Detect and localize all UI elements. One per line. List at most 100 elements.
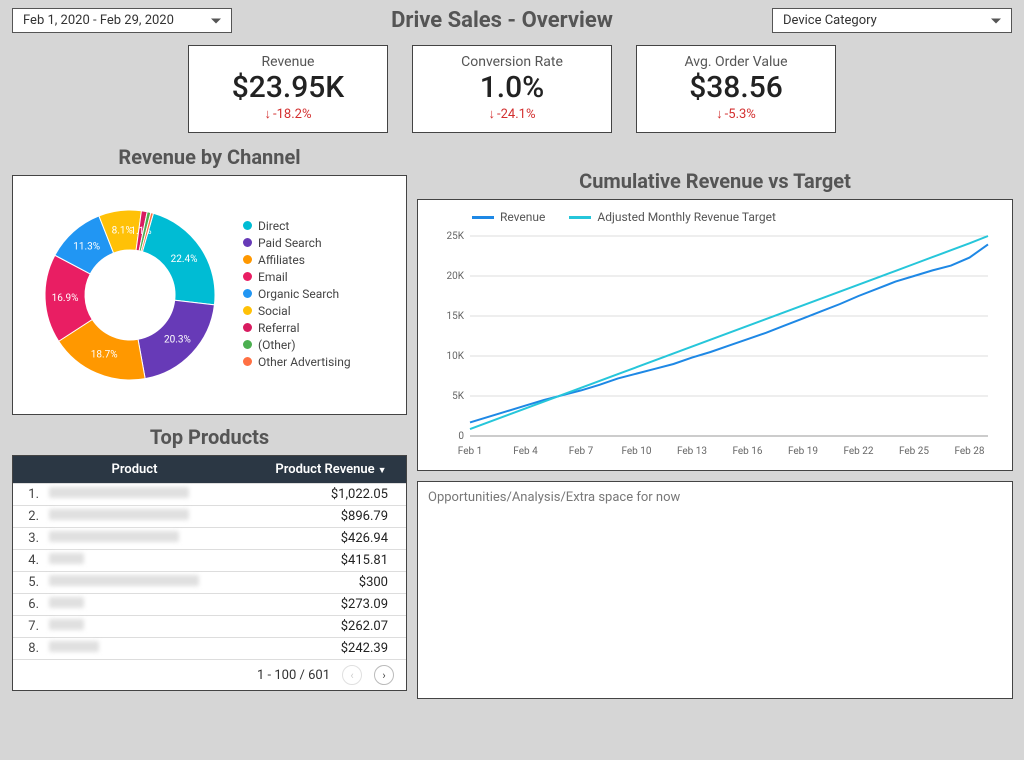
revenue-channel-chart: 22.4%20.3%18.7%16.9%11.3%8.1%1.1% Direct…: [12, 175, 407, 415]
legend-dot-icon: [243, 306, 252, 315]
donut-label: 11.3%: [73, 242, 100, 253]
row-revenue: $300: [256, 575, 406, 590]
table-row: 2. $896.79: [13, 505, 406, 527]
legend-item: Organic Search: [243, 287, 351, 301]
legend-item: Social: [243, 304, 351, 318]
kpi-delta: ↓-18.2%: [199, 106, 377, 122]
donut-chart: 22.4%20.3%18.7%16.9%11.3%8.1%1.1%: [25, 190, 235, 400]
down-arrow-icon: ↓: [489, 107, 496, 122]
table-row: 8. $242.39: [13, 637, 406, 659]
top-products-title: Top Products: [12, 425, 407, 449]
sort-desc-icon: ▼: [378, 466, 387, 476]
row-index: 4.: [13, 553, 43, 568]
legend-label: Paid Search: [258, 236, 322, 250]
th-revenue[interactable]: Product Revenue▼: [256, 456, 406, 483]
kpi-delta: ↓-24.1%: [423, 106, 601, 122]
legend-dot-icon: [243, 323, 252, 332]
legend-item: Other Advertising: [243, 355, 351, 369]
y-tick-label: 0: [458, 431, 464, 442]
cumulative-title: Cumulative Revenue vs Target: [417, 169, 1013, 193]
row-product: [43, 509, 256, 524]
table-row: 7. $262.07: [13, 615, 406, 637]
kpi-label: Avg. Order Value: [647, 54, 825, 70]
y-tick-label: 5K: [452, 391, 465, 402]
extra-text: Opportunities/Analysis/Extra space for n…: [428, 490, 680, 505]
legend-dot-icon: [243, 221, 252, 230]
donut-label: 18.7%: [91, 350, 118, 361]
row-product: [43, 487, 256, 502]
x-tick-label: Feb 10: [621, 446, 651, 457]
row-index: 2.: [13, 509, 43, 524]
row-index: 7.: [13, 619, 43, 634]
page-title: Drive Sales - Overview: [232, 8, 772, 33]
donut-label: 20.3%: [164, 334, 191, 345]
legend-item: Referral: [243, 321, 351, 335]
row-revenue: $1,022.05: [256, 487, 406, 502]
device-category-label: Device Category: [783, 13, 877, 28]
table-row: 6. $273.09: [13, 593, 406, 615]
x-tick-label: Feb 1: [458, 446, 482, 457]
device-category-dropdown[interactable]: Device Category: [772, 8, 1012, 33]
y-tick-label: 20K: [446, 271, 464, 282]
legend-label: Organic Search: [258, 287, 339, 301]
legend-label: (Other): [258, 338, 296, 352]
legend-target: Adjusted Monthly Revenue Target: [569, 210, 776, 224]
y-tick-label: 15K: [446, 311, 464, 322]
kpi-value: $23.95K: [199, 70, 377, 106]
next-page-button[interactable]: ›: [374, 665, 394, 685]
table-footer: 1 - 100 / 601 ‹ ›: [13, 659, 406, 690]
date-range-dropdown[interactable]: Feb 1, 2020 - Feb 29, 2020: [12, 8, 232, 33]
legend-dot-icon: [243, 340, 252, 349]
legend-label: Email: [258, 270, 288, 284]
top-products-table: Product Product Revenue▼ 1. $1,022.05 2.…: [12, 455, 407, 691]
row-revenue: $415.81: [256, 553, 406, 568]
legend-dot-icon: [243, 255, 252, 264]
legend-label: Social: [258, 304, 291, 318]
legend-item: Email: [243, 270, 351, 284]
donut-label: 22.4%: [171, 254, 198, 265]
row-product: [43, 619, 256, 634]
x-tick-label: Feb 4: [513, 446, 538, 457]
x-tick-label: Feb 22: [843, 446, 873, 457]
y-tick-label: 25K: [446, 231, 464, 242]
x-tick-label: Feb 19: [788, 446, 818, 457]
legend-label: Direct: [258, 219, 289, 233]
kpi-revenue: Revenue $23.95K ↓-18.2%: [188, 45, 388, 133]
row-revenue: $273.09: [256, 597, 406, 612]
row-revenue: $426.94: [256, 531, 406, 546]
line-series: [470, 236, 988, 429]
row-product: [43, 597, 256, 612]
row-index: 8.: [13, 641, 43, 656]
kpi-delta: ↓-5.3%: [647, 106, 825, 122]
date-range-label: Feb 1, 2020 - Feb 29, 2020: [23, 13, 174, 28]
kpi-label: Revenue: [199, 54, 377, 70]
x-tick-label: Feb 7: [569, 446, 594, 457]
legend-item: Affiliates: [243, 253, 351, 267]
line-legend: Revenue Adjusted Monthly Revenue Target: [428, 210, 998, 224]
kpi-row: Revenue $23.95K ↓-18.2% Conversion Rate …: [0, 37, 1024, 145]
legend-revenue: Revenue: [472, 210, 545, 224]
row-product: [43, 553, 256, 568]
row-index: 3.: [13, 531, 43, 546]
th-product[interactable]: Product: [13, 456, 256, 483]
legend-dot-icon: [243, 289, 252, 298]
prev-page-button[interactable]: ‹: [342, 665, 362, 685]
legend-dot-icon: [243, 272, 252, 281]
legend-dot-icon: [243, 357, 252, 366]
row-product: [43, 575, 256, 590]
kpi-aov: Avg. Order Value $38.56 ↓-5.3%: [636, 45, 836, 133]
table-row: 3. $426.94: [13, 527, 406, 549]
kpi-label: Conversion Rate: [423, 54, 601, 70]
row-revenue: $896.79: [256, 509, 406, 524]
pagination-range: 1 - 100 / 601: [257, 668, 330, 683]
extra-panel: Opportunities/Analysis/Extra space for n…: [417, 481, 1013, 699]
row-index: 5.: [13, 575, 43, 590]
legend-label: Other Advertising: [258, 355, 351, 369]
legend-item: Paid Search: [243, 236, 351, 250]
x-tick-label: Feb 25: [899, 446, 929, 457]
line-chart: 05K10K15K20K25KFeb 1Feb 4Feb 7Feb 10Feb …: [428, 230, 998, 460]
x-tick-label: Feb 13: [677, 446, 707, 457]
down-arrow-icon: ↓: [716, 107, 723, 122]
row-index: 1.: [13, 487, 43, 502]
legend-item: Direct: [243, 219, 351, 233]
